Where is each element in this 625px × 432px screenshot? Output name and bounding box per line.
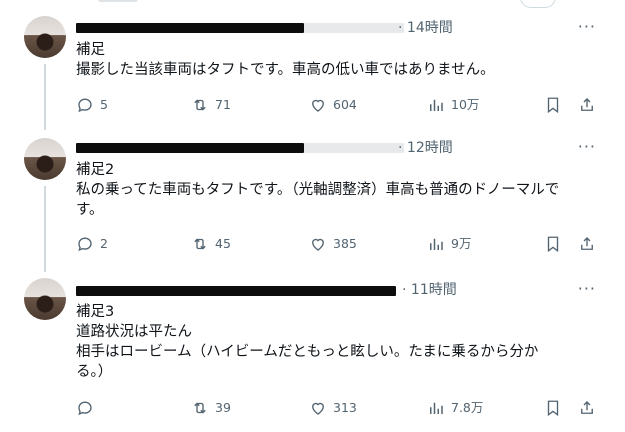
tweet-actions: 39 313 7.8万 [76,398,593,418]
thread-line [44,64,46,130]
heart-icon [312,402,324,415]
bookmark-icon [547,400,559,417]
tweet-text-line: 撮影した当該車両はタフトです。車高の低い車ではありません。 [76,62,495,78]
tweet-text-line: 相手はロービーム（ハイビームだともっと眩しい。たまに乗るから分か [76,344,539,360]
retweet-icon [194,99,206,111]
redacted-display-name [76,286,396,296]
avatar[interactable] [24,278,66,320]
tweet-actions: 2 45 385 9万 [76,234,593,254]
retweet-count: 45 [215,236,231,251]
view-count: 9万 [451,236,472,251]
tweet-text-line: 補足2 [76,162,115,178]
reply-icon [78,237,92,252]
retweet-count: 71 [215,97,231,112]
views-chart-icon [430,99,443,111]
tweet-timestamp[interactable]: · 12時間 [398,138,453,158]
retweet-button[interactable]: 45 [191,234,231,254]
more-options-icon[interactable]: ··· [578,280,596,298]
redacted-display-name [76,143,304,153]
tweet-timestamp[interactable]: · 11時間 [402,280,457,300]
bookmark-button[interactable] [544,234,568,254]
reply-icon [78,401,92,416]
like-count: 313 [333,400,357,415]
tweet[interactable]: · 11時間 ··· 補足3 道路状況は平たん 相手はロービーム（ハイビームだと… [0,276,625,432]
thread-line [44,186,46,272]
share-icon [581,237,593,250]
tweet-text-line: る。） [76,364,113,380]
tweet[interactable]: · 12時間 ··· 補足2 私の乗ってた車両もタフトです。（光軸調整済）車高も… [0,134,625,272]
like-count: 385 [333,236,357,251]
views-chart-icon [430,402,443,414]
view-count: 10万 [451,97,480,112]
bookmark-button[interactable] [544,95,568,115]
views-chart-icon [430,238,443,250]
previous-tweet-text-fragment [98,0,138,2]
bookmark-icon [547,236,559,253]
tweet-text-line: 道路状況は平たん [76,324,192,340]
retweet-icon [194,238,206,250]
retweet-button[interactable]: 71 [191,95,231,115]
share-icon [581,98,593,111]
tweet-header: · 12時間 ··· [76,138,596,158]
previous-tweet-edge [0,0,625,10]
reply-button[interactable]: 2 [76,234,108,254]
share-button[interactable] [578,95,602,115]
share-button[interactable] [578,234,602,254]
like-button[interactable]: 604 [309,95,357,115]
bookmark-icon [547,97,559,114]
reply-count: 2 [100,236,108,251]
share-icon [581,401,593,414]
tweet-text-line: 補足 [76,42,105,58]
tweet-text-line: 私の乗ってた車両もタフトです。（光軸調整済）車高も普通のドノーマルで [76,182,560,198]
avatar[interactable] [24,138,66,180]
tweet-header: · 14時間 ··· [76,18,596,38]
like-button[interactable]: 385 [309,234,357,254]
tweet-timestamp[interactable]: · 14時間 [398,18,453,38]
reply-button[interactable]: 5 [76,95,108,115]
bookmark-button[interactable] [544,398,568,418]
redacted-display-name [76,23,304,33]
avatar[interactable] [24,16,66,58]
previous-tweet-button-edge[interactable] [520,0,556,8]
views-button[interactable]: 10万 [427,95,479,115]
retweet-icon [194,402,206,414]
tweet-text: 補足3 道路状況は平たん 相手はロービーム（ハイビームだともっと眩しい。たまに乗… [76,302,586,382]
tweet-text-line: 補足3 [76,304,115,320]
views-button[interactable]: 7.8万 [427,398,483,418]
tweet-text-line: す。 [76,202,104,218]
heart-icon [312,99,324,112]
tweet[interactable]: · 14時間 ··· 補足 撮影した当該車両はタフトです。車高の低い車ではありま… [0,12,625,130]
reply-icon [78,98,92,113]
tweet-header: · 11時間 ··· [76,280,596,300]
reply-button[interactable] [76,398,100,418]
share-button[interactable] [578,398,602,418]
retweet-button[interactable]: 39 [191,398,231,418]
tweet-text: 補足2 私の乗ってた車両もタフトです。（光軸調整済）車高も普通のドノーマルで す… [76,160,586,220]
redacted-handle [304,23,404,33]
tweet-text: 補足 撮影した当該車両はタフトです。車高の低い車ではありません。 [76,40,586,80]
more-options-icon[interactable]: ··· [578,138,596,156]
view-count: 7.8万 [451,400,484,415]
more-options-icon[interactable]: ··· [578,18,596,36]
heart-icon [312,238,324,251]
like-button[interactable]: 313 [309,398,357,418]
redacted-handle [304,143,404,153]
like-count: 604 [333,97,357,112]
reply-count: 5 [100,97,108,112]
views-button[interactable]: 9万 [427,234,471,254]
retweet-count: 39 [215,400,231,415]
tweet-actions: 5 71 604 10万 [76,95,593,115]
